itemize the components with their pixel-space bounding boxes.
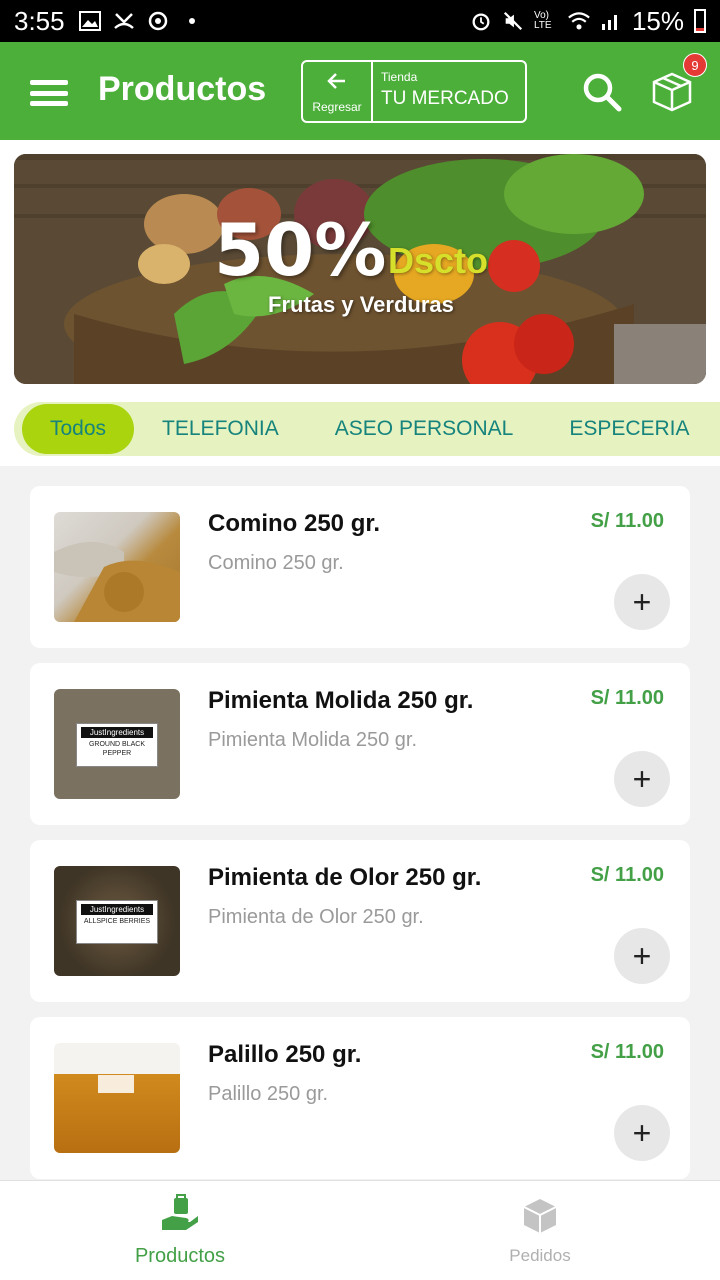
box-icon: [520, 1195, 560, 1240]
battery-icon: [694, 9, 706, 33]
tab-aseo-personal[interactable]: ASEO PERSONAL: [307, 402, 542, 456]
product-card[interactable]: JustIngredients GROUND BLACK PEPPER Pimi…: [30, 663, 690, 825]
store-info[interactable]: Tienda TU MERCADO: [373, 62, 509, 121]
product-image: [54, 1043, 180, 1153]
product-package-label: JustIngredients GROUND BLACK PEPPER: [76, 723, 158, 767]
add-to-cart-button[interactable]: +: [614, 1105, 670, 1161]
app-bar: Productos Regresar Tienda TU MERCADO: [0, 42, 720, 140]
status-time: 3:55: [14, 5, 65, 36]
alarm-icon: [470, 10, 492, 32]
arrow-left-icon: [325, 69, 349, 96]
product-card[interactable]: Comino 250 gr. Comino 250 gr. S/ 11.00 +: [30, 486, 690, 648]
banner-percent: 50%: [214, 208, 387, 292]
banner-discount: Dscto: [388, 240, 489, 281]
product-description: Pimienta Molida 250 gr.: [208, 729, 418, 751]
nav-pedidos-label: Pedidos: [509, 1246, 571, 1265]
menu-icon[interactable]: [30, 80, 68, 106]
product-image: [54, 512, 180, 622]
banner-subtitle: Frutas y Verduras: [268, 292, 454, 317]
image-notification-icon: [78, 10, 101, 32]
add-to-cart-button[interactable]: +: [614, 751, 670, 807]
product-price: S/ 11.00: [590, 687, 664, 709]
promo-banner[interactable]: 50% Dscto Frutas y Verduras: [14, 154, 706, 384]
product-name: Pimienta de Olor 250 gr.: [208, 864, 482, 891]
shopping-bag-hand-icon: [160, 1193, 200, 1239]
store-name: TU MERCADO: [381, 88, 509, 109]
product-description: Pimienta de Olor 250 gr.: [208, 906, 424, 928]
lte-indicator: Vo) LTE: [533, 10, 552, 31]
bottom-navigation: Productos Pedidos: [0, 1180, 720, 1280]
product-image: JustIngredients ALLSPICE BERRIES: [54, 866, 180, 976]
product-price: S/ 11.00: [590, 1041, 664, 1063]
store-label: Tienda: [381, 70, 418, 84]
product-description: Comino 250 gr.: [208, 552, 344, 574]
signal-icon: [600, 10, 622, 32]
tab-telefonia[interactable]: TELEFONIA: [134, 402, 307, 456]
cart-badge: 9: [683, 53, 707, 77]
wifi-icon: [568, 10, 590, 32]
product-price: S/ 11.00: [590, 510, 664, 532]
product-package-label: JustIngredients ALLSPICE BERRIES: [76, 900, 158, 944]
add-to-cart-button[interactable]: +: [614, 928, 670, 984]
product-description: Palillo 250 gr.: [208, 1083, 329, 1105]
content-area: 50% Dscto Frutas y Verduras Todos TELEFO…: [0, 140, 720, 1180]
product-name: Pimienta Molida 250 gr.: [208, 687, 474, 714]
product-image: JustIngredients GROUND BLACK PEPPER: [54, 689, 180, 799]
tab-especeria[interactable]: ESPECERIA: [541, 402, 717, 456]
category-tabs: Todos TELEFONIA ASEO PERSONAL ESPECERIA: [14, 402, 720, 456]
product-name: Comino 250 gr.: [208, 510, 381, 537]
dot-icon: [181, 10, 203, 32]
back-button[interactable]: Regresar: [303, 62, 373, 121]
product-package-label: [98, 1075, 134, 1093]
search-icon[interactable]: [580, 70, 624, 114]
back-label: Regresar: [312, 100, 362, 114]
store-selector[interactable]: Regresar Tienda TU MERCADO: [301, 60, 527, 123]
page-title: Productos: [98, 70, 267, 108]
product-card[interactable]: Palillo 250 gr. Palillo 250 gr. S/ 11.00…: [30, 1017, 690, 1179]
add-to-cart-button[interactable]: +: [614, 574, 670, 630]
nav-productos-label: Productos: [134, 1244, 226, 1267]
battery-percent: 15%: [631, 5, 684, 36]
status-bar: 3:55 Vo) LTE 15%: [0, 0, 720, 42]
nav-pedidos[interactable]: Pedidos: [360, 1181, 720, 1280]
product-price: S/ 11.00: [590, 864, 664, 886]
mute-icon: [502, 10, 524, 32]
product-list[interactable]: Comino 250 gr. Comino 250 gr. S/ 11.00 +…: [0, 466, 720, 1180]
sync-icon: [147, 10, 169, 32]
product-card[interactable]: JustIngredients ALLSPICE BERRIES Pimient…: [30, 840, 690, 1002]
product-name: Palillo 250 gr.: [208, 1041, 362, 1068]
tab-todos[interactable]: Todos: [22, 404, 135, 454]
missed-call-icon: [113, 10, 135, 32]
nav-productos[interactable]: Productos: [0, 1181, 360, 1280]
